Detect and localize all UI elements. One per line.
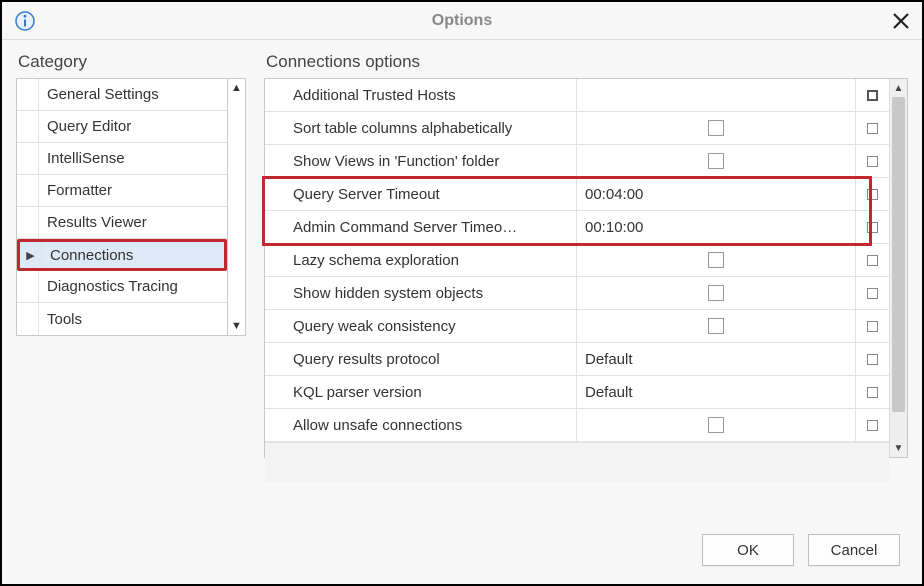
options-heading: Connections options — [264, 52, 908, 72]
category-item-formatter[interactable]: Formatter — [17, 175, 227, 207]
ok-button[interactable]: OK — [702, 534, 794, 566]
close-icon[interactable] — [892, 12, 910, 30]
property-edit-icon[interactable] — [867, 90, 878, 101]
cancel-button[interactable]: Cancel — [808, 534, 900, 566]
scroll-thumb[interactable] — [892, 97, 905, 412]
checkbox[interactable] — [708, 318, 724, 334]
category-item-intellisense[interactable]: IntelliSense — [17, 143, 227, 175]
checkbox[interactable] — [708, 120, 724, 136]
property-marker-icon — [867, 387, 878, 398]
scroll-up-icon[interactable]: ▲ — [228, 79, 245, 97]
property-marker-icon — [867, 123, 878, 134]
option-row-show-views-in-function-folder[interactable]: Show Views in 'Function' folder — [265, 145, 889, 178]
titlebar: Options — [2, 2, 922, 40]
scroll-down-icon[interactable]: ▼ — [228, 317, 245, 335]
dialog-title: Options — [432, 12, 492, 30]
options-dialog: Options Category General Settings Query … — [0, 0, 924, 586]
dialog-footer: OK Cancel — [2, 516, 922, 584]
checkbox[interactable] — [708, 252, 724, 268]
option-row-allow-unsafe-connections[interactable]: Allow unsafe connections — [265, 409, 889, 442]
property-marker-icon — [867, 189, 878, 200]
property-marker-icon — [867, 321, 878, 332]
checkbox[interactable] — [708, 417, 724, 433]
option-row-show-hidden-system-objects[interactable]: Show hidden system objects — [265, 277, 889, 310]
options-scrollbar[interactable]: ▲ ▼ — [889, 79, 907, 457]
option-row-lazy-schema-exploration[interactable]: Lazy schema exploration — [265, 244, 889, 277]
scroll-down-icon[interactable]: ▼ — [890, 439, 907, 457]
category-list: General Settings Query Editor IntelliSen… — [16, 78, 228, 336]
property-marker-icon — [867, 288, 878, 299]
option-row-query-weak-consistency[interactable]: Query weak consistency — [265, 310, 889, 343]
property-marker-icon — [867, 420, 878, 431]
option-row-query-results-protocol[interactable]: Query results protocolDefault — [265, 343, 889, 376]
options-description-area — [265, 442, 889, 482]
category-item-query-editor[interactable]: Query Editor — [17, 111, 227, 143]
option-row-query-server-timeout[interactable]: Query Server Timeout00:04:00 — [265, 178, 889, 211]
option-row-additional-trusted-hosts[interactable]: Additional Trusted Hosts — [265, 79, 889, 112]
category-item-general-settings[interactable]: General Settings — [17, 79, 227, 111]
property-marker-icon — [867, 354, 878, 365]
expand-arrow-icon: ▶ — [20, 242, 42, 268]
category-item-connections[interactable]: ▶Connections — [17, 239, 227, 271]
category-item-tools[interactable]: Tools — [17, 303, 227, 335]
category-item-diagnostics-tracing[interactable]: Diagnostics Tracing — [17, 271, 227, 303]
checkbox[interactable] — [708, 285, 724, 301]
option-row-kql-parser-version[interactable]: KQL parser versionDefault — [265, 376, 889, 409]
category-heading: Category — [16, 52, 246, 72]
property-marker-icon — [867, 255, 878, 266]
category-item-results-viewer[interactable]: Results Viewer — [17, 207, 227, 239]
property-marker-icon — [867, 222, 878, 233]
scroll-up-icon[interactable]: ▲ — [890, 79, 907, 97]
options-grid: Additional Trusted Hosts Sort table colu… — [264, 78, 908, 458]
option-row-sort-table-columns[interactable]: Sort table columns alphabetically — [265, 112, 889, 145]
info-icon — [14, 10, 36, 32]
option-row-admin-command-server-timeout[interactable]: Admin Command Server Timeo…00:10:00 — [265, 211, 889, 244]
category-scrollbar[interactable]: ▲ ▼ — [228, 78, 246, 336]
property-marker-icon — [867, 156, 878, 167]
checkbox[interactable] — [708, 153, 724, 169]
